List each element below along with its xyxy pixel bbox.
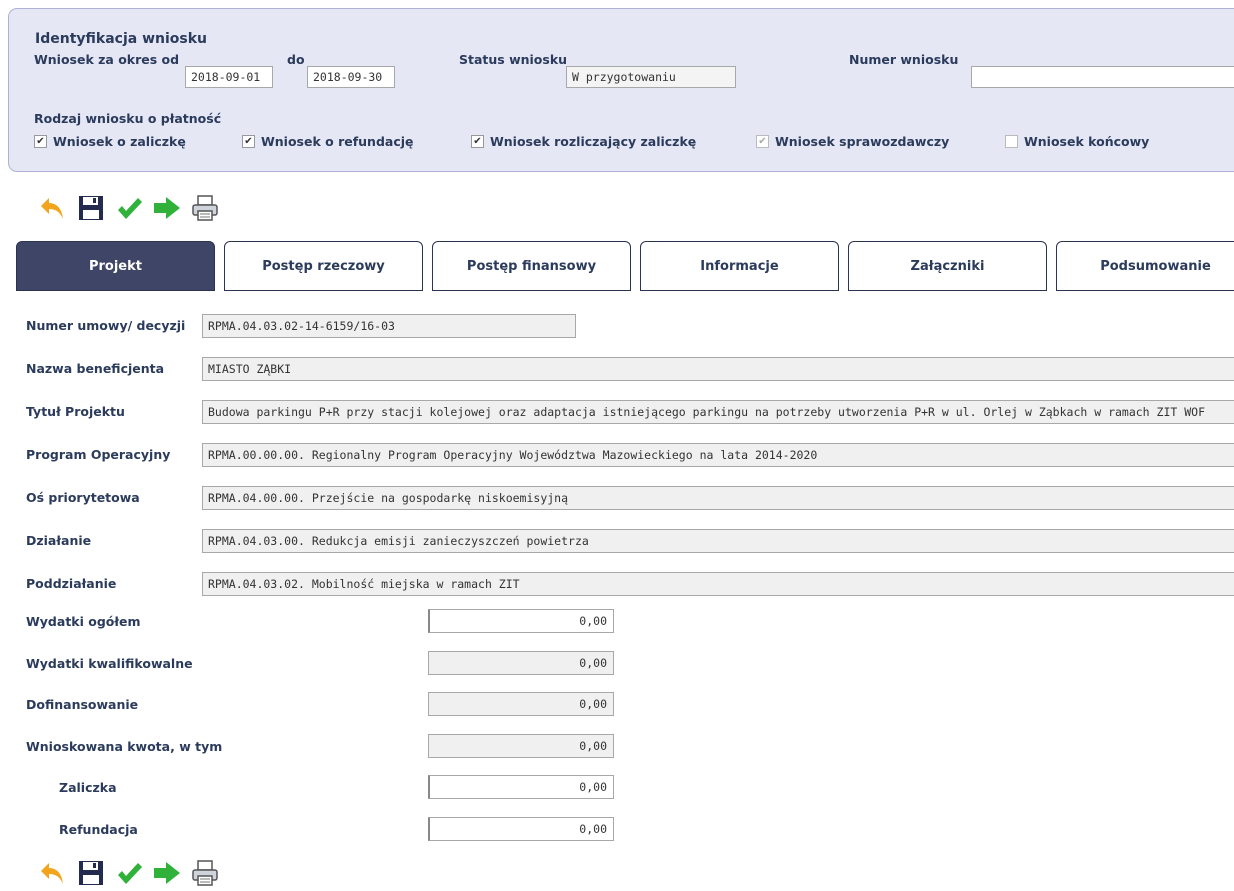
top-toolbar [38, 193, 220, 223]
submit-arrow-icon[interactable] [152, 858, 182, 888]
requested-amount-label: Wnioskowana kwota, w tym [26, 739, 223, 754]
total-expenses-label: Wydatki ogółem [26, 614, 141, 629]
checkmark-icon[interactable]: ✔ [34, 135, 47, 148]
refund-label: Refundacja [59, 822, 138, 837]
priority-axis-field: RPMA.04.00.00. Przejście na gospodarkę n… [202, 486, 1234, 510]
validate-check-icon[interactable] [114, 858, 144, 888]
number-label: Numer wniosku [849, 52, 959, 67]
number-field[interactable] [971, 66, 1234, 88]
checkbox-refund[interactable]: ✔ Wniosek o refundację [242, 134, 414, 149]
back-arrow-icon[interactable] [38, 858, 68, 888]
checkbox-report: ✔ Wniosek sprawozdawczy [756, 134, 949, 149]
cofinancing-field: 0,00 [428, 692, 614, 716]
program-label: Program Operacyjny [26, 447, 171, 462]
total-expenses-input[interactable]: 0,00 [428, 609, 614, 633]
requested-amount-field: 0,00 [428, 734, 614, 758]
print-icon[interactable] [190, 193, 220, 223]
tab-bar: Projekt Postęp rzeczowy Postęp finansowy… [16, 241, 1234, 291]
checkmark-icon[interactable]: ✔ [471, 135, 484, 148]
tab-postep-rzeczowy[interactable]: Postęp rzeczowy [224, 241, 423, 291]
action-field: RPMA.04.03.00. Redukcja emisji zanieczys… [202, 529, 1234, 553]
priority-axis-label: Oś priorytetowa [26, 490, 140, 505]
tab-podsumowanie[interactable]: Podsumowanie [1056, 241, 1234, 291]
type-label: Rodzaj wniosku o płatność [34, 111, 222, 126]
cofinancing-label: Dofinansowanie [26, 697, 139, 712]
save-floppy-icon[interactable] [76, 858, 106, 888]
period-from-label: Wniosek za okres od [34, 52, 180, 67]
advance-input[interactable]: 0,00 [428, 775, 614, 799]
project-title-field: Budowa parkingu P+R przy stacji kolejowe… [202, 400, 1234, 424]
checkmark-icon[interactable]: ✔ [242, 135, 255, 148]
status-field: W przygotowaniu [566, 66, 736, 88]
checkbox-final[interactable]: Wniosek końcowy [1005, 134, 1149, 149]
period-to-input[interactable]: 2018-09-30 [307, 66, 395, 88]
refund-input[interactable]: 0,00 [428, 817, 614, 841]
period-from-input[interactable]: 2018-09-01 [185, 66, 273, 88]
empty-checkbox-icon[interactable] [1005, 135, 1018, 148]
status-label: Status wniosku [459, 52, 568, 67]
tab-zalaczniki[interactable]: Załączniki [848, 241, 1047, 291]
subaction-label: Poddziałanie [26, 576, 117, 591]
program-field: RPMA.00.00.00. Regionalny Program Operac… [202, 443, 1234, 467]
action-label: Działanie [26, 533, 92, 548]
tab-projekt[interactable]: Projekt [16, 241, 215, 291]
eligible-expenses-label: Wydatki kwalifikowalne [26, 656, 193, 671]
save-floppy-icon[interactable] [76, 193, 106, 223]
contract-number-label: Numer umowy/ decyzji [26, 318, 186, 333]
checkmark-icon: ✔ [756, 135, 769, 148]
checkbox-advance[interactable]: ✔ Wniosek o zaliczkę [34, 134, 186, 149]
project-title-label: Tytuł Projektu [26, 404, 125, 419]
tab-postep-finansowy[interactable]: Postęp finansowy [432, 241, 631, 291]
print-icon[interactable] [190, 858, 220, 888]
submit-arrow-icon[interactable] [152, 193, 182, 223]
contract-number-field: RPMA.04.03.02-14-6159/16-03 [202, 314, 576, 338]
back-arrow-icon[interactable] [38, 193, 68, 223]
tab-informacje[interactable]: Informacje [640, 241, 839, 291]
beneficiary-field: MIASTO ZĄBKI [202, 357, 1234, 381]
bottom-toolbar [38, 858, 220, 888]
beneficiary-label: Nazwa beneficjenta [26, 361, 165, 376]
advance-label: Zaliczka [59, 780, 117, 795]
eligible-expenses-field: 0,00 [428, 651, 614, 675]
panel-title: Identyfikacja wniosku [35, 31, 207, 47]
period-to-label: do [287, 52, 305, 67]
subaction-field: RPMA.04.03.02. Mobilność miejska w ramac… [202, 572, 1234, 596]
checkbox-settlement[interactable]: ✔ Wniosek rozliczający zaliczkę [471, 134, 696, 149]
validate-check-icon[interactable] [114, 193, 144, 223]
